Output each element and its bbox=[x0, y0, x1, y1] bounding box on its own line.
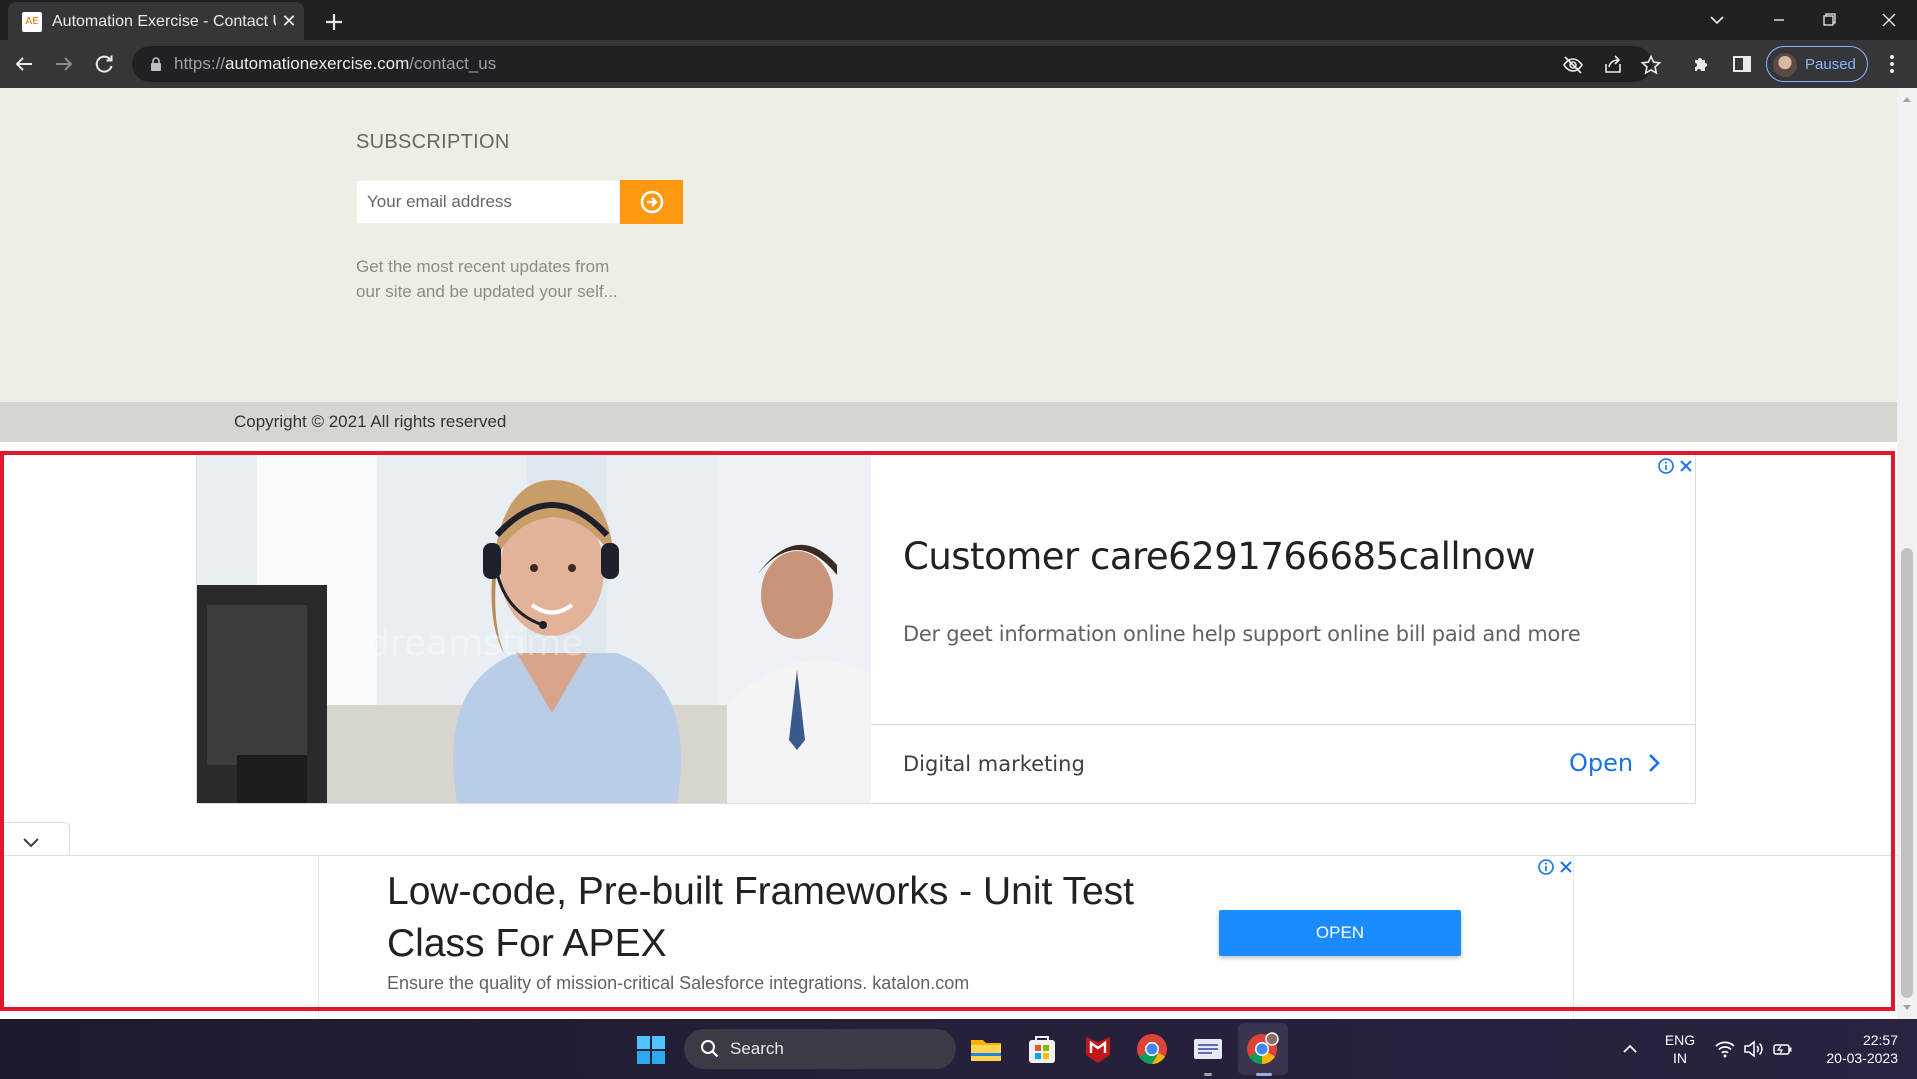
ad-open-button[interactable]: OPEN bbox=[1219, 910, 1461, 956]
chevron-right-icon[interactable] bbox=[1641, 751, 1665, 775]
subscription-description-line: our site and be updated your self... bbox=[356, 282, 618, 301]
tab-search-chevron-icon[interactable] bbox=[1705, 8, 1729, 32]
page-scrollbar[interactable] bbox=[1897, 88, 1917, 1019]
browser-tab[interactable]: AE Automation Exercise - Contact Us ✕ bbox=[8, 2, 304, 40]
back-arrow-icon[interactable] bbox=[12, 52, 36, 76]
tab-title: Automation Exercise - Contact Us bbox=[52, 13, 276, 30]
active-app-indicator bbox=[1256, 1073, 1272, 1076]
extensions-puzzle-icon[interactable] bbox=[1690, 52, 1714, 76]
ad-advertiser[interactable]: Digital marketing bbox=[903, 750, 1085, 778]
eye-slash-icon[interactable] bbox=[1562, 54, 1584, 76]
chevron-up-icon[interactable] bbox=[1620, 1039, 1640, 1059]
clock-time: 22:57 bbox=[1862, 1032, 1898, 1048]
ad-info-icon[interactable] bbox=[1537, 858, 1555, 876]
wifi-icon[interactable] bbox=[1714, 1039, 1736, 1059]
clock[interactable]: 22:57 20-03-2023 bbox=[1808, 1031, 1898, 1067]
copyright-text: Copyright © 2021 All rights reserved bbox=[234, 412, 507, 431]
forward-arrow-icon[interactable] bbox=[52, 52, 76, 76]
ad-photo-customer-support[interactable]: dreamstime bbox=[197, 455, 871, 803]
ad-close-icon[interactable] bbox=[1557, 858, 1575, 876]
subscription-email-input[interactable] bbox=[356, 180, 620, 224]
scroll-down-icon[interactable] bbox=[1901, 1003, 1913, 1013]
region-code: IN bbox=[1673, 1050, 1687, 1066]
volume-icon[interactable] bbox=[1742, 1039, 1764, 1059]
browser-toolbar: https://automationexercise.com/contact_u… bbox=[0, 40, 1917, 88]
copyright-bar: Copyright © 2021 All rights reserved bbox=[0, 402, 1897, 442]
url-host: automationexercise.com bbox=[225, 54, 410, 73]
subscription-description-line: Get the most recent updates from bbox=[356, 257, 610, 276]
mcafee-icon[interactable] bbox=[1080, 1031, 1116, 1067]
page-viewport: SUBSCRIPTION Get the most recent updates… bbox=[0, 88, 1897, 1019]
profile-chip[interactable]: Paused bbox=[1766, 46, 1868, 82]
ad-collapse-toggle[interactable] bbox=[0, 822, 70, 856]
window-close-icon[interactable] bbox=[1865, 6, 1913, 34]
chrome-icon[interactable] bbox=[1134, 1031, 1170, 1067]
ad-headline[interactable]: Low-code, Pre-built Frameworks - Unit Te… bbox=[387, 866, 1147, 970]
windows-start-icon[interactable] bbox=[636, 1035, 666, 1065]
share-icon[interactable] bbox=[1602, 54, 1624, 76]
url-text[interactable]: https://automationexercise.com/contact_u… bbox=[174, 53, 496, 75]
taskbar-search-box[interactable]: Search bbox=[684, 1029, 956, 1069]
text-editor-icon[interactable] bbox=[1190, 1031, 1226, 1067]
katalon-anchor-ad[interactable]: Low-code, Pre-built Frameworks - Unit Te… bbox=[318, 856, 1574, 1019]
file-explorer-icon[interactable] bbox=[968, 1031, 1004, 1067]
favicon-icon: AE bbox=[22, 12, 42, 32]
arrow-circle-right-icon bbox=[639, 189, 665, 215]
browser-title-bar: AE Automation Exercise - Contact Us ✕ bbox=[0, 0, 1917, 40]
chrome-profile-icon[interactable] bbox=[1244, 1031, 1280, 1067]
language-indicator[interactable]: ENG IN bbox=[1662, 1031, 1698, 1067]
ad-description[interactable]: Ensure the quality of mission-critical S… bbox=[387, 972, 969, 994]
subscribe-button[interactable] bbox=[620, 180, 683, 224]
subscription-description: Get the most recent updates from our sit… bbox=[356, 254, 656, 304]
ad-headline[interactable]: Customer care6291766685callnow bbox=[903, 535, 1536, 579]
search-icon bbox=[700, 1039, 720, 1059]
ad-divider bbox=[871, 724, 1695, 725]
side-panel-icon[interactable] bbox=[1730, 52, 1754, 76]
customer-care-ad[interactable]: dreamstime Customer care6291766685callno… bbox=[196, 454, 1696, 804]
kebab-menu-icon[interactable] bbox=[1880, 52, 1904, 76]
running-app-indicator bbox=[1204, 1073, 1212, 1076]
window-minimize-icon[interactable] bbox=[1755, 6, 1803, 34]
avatar bbox=[1773, 53, 1797, 77]
chevron-down-icon bbox=[20, 831, 42, 853]
lock-icon[interactable] bbox=[148, 56, 164, 72]
url-path: /contact_us bbox=[409, 54, 497, 73]
ad-open-link[interactable]: Open bbox=[1569, 745, 1633, 781]
microsoft-store-icon[interactable] bbox=[1024, 1031, 1060, 1067]
ad-info-icon[interactable] bbox=[1657, 457, 1675, 475]
battery-icon[interactable] bbox=[1772, 1039, 1794, 1059]
tab-close-icon[interactable]: ✕ bbox=[279, 11, 299, 31]
profile-status: Paused bbox=[1805, 56, 1856, 73]
url-scheme: https:// bbox=[174, 54, 226, 73]
image-watermark: dreamstime bbox=[367, 623, 583, 664]
clock-date: 20-03-2023 bbox=[1826, 1050, 1898, 1066]
subscription-title: SUBSCRIPTION bbox=[356, 131, 510, 153]
reload-icon[interactable] bbox=[92, 52, 116, 76]
ad-description[interactable]: Der geet information online help support… bbox=[903, 620, 1581, 648]
address-bar[interactable]: https://automationexercise.com/contact_u… bbox=[132, 46, 1662, 82]
scroll-up-icon[interactable] bbox=[1901, 94, 1913, 104]
ad-region: dreamstime Customer care6291766685callno… bbox=[0, 442, 1897, 1019]
window-restore-icon[interactable] bbox=[1805, 6, 1853, 34]
windows-taskbar: Search ENG IN 22:57 20-03-2023 bbox=[0, 1019, 1917, 1079]
new-tab-icon[interactable] bbox=[318, 6, 350, 38]
ad-close-icon[interactable] bbox=[1677, 457, 1695, 475]
footer-subscription-section: SUBSCRIPTION Get the most recent updates… bbox=[0, 88, 1897, 402]
language-code: ENG bbox=[1664, 1032, 1696, 1048]
scrollbar-thumb[interactable] bbox=[1901, 548, 1913, 998]
bookmark-star-icon[interactable] bbox=[1640, 54, 1662, 76]
search-label: Search bbox=[730, 1039, 784, 1058]
